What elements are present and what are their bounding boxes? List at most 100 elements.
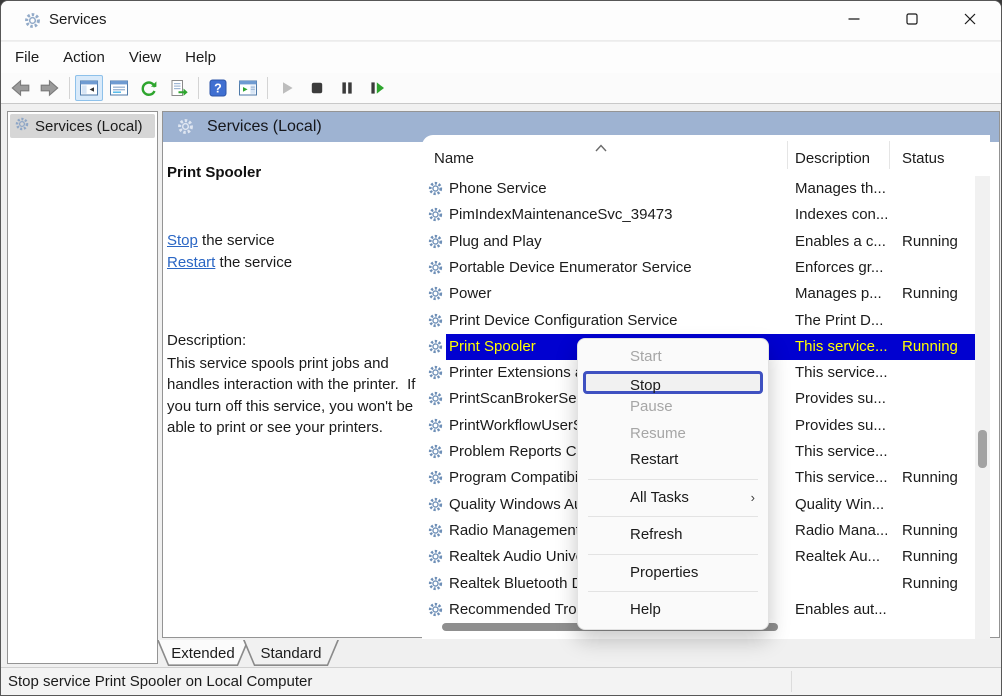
service-description: This service spools print jobs and handl…: [167, 353, 419, 438]
menu-view[interactable]: View: [117, 42, 173, 73]
service-gear-icon: [427, 390, 444, 412]
service-gear-icon: [427, 312, 444, 334]
tab-standard[interactable]: Standard: [243, 640, 339, 666]
service-name: Power: [449, 285, 492, 302]
pause-service-icon[interactable]: [333, 75, 361, 101]
service-status-cell: Running: [902, 575, 958, 592]
restart-service-icon[interactable]: [363, 75, 391, 101]
context-menu-item-pause: Pause: [578, 394, 768, 421]
service-status-cell: Running: [902, 548, 958, 565]
service-name: PimIndexMaintenanceSvc_39473: [449, 206, 672, 223]
service-description-cell: The Print D...: [795, 312, 883, 329]
column-header-name[interactable]: Name: [434, 150, 474, 167]
service-description-cell: Enforces gr...: [795, 259, 883, 276]
service-name: Print Device Configuration Service: [449, 312, 677, 329]
maximize-button[interactable]: [889, 1, 935, 41]
service-gear-icon: [427, 206, 444, 228]
service-gear-icon: [427, 443, 444, 465]
context-menu-item-help[interactable]: Help: [578, 597, 768, 624]
banner-title: Services (Local): [207, 118, 322, 136]
help-icon[interactable]: ?: [204, 75, 232, 101]
table-row[interactable]: PimIndexMaintenanceSvc_39473Indexes con.…: [422, 202, 975, 228]
table-row[interactable]: Print Device Configuration Service The Pr…: [422, 308, 975, 334]
tree-item-services-local[interactable]: Services (Local): [10, 114, 155, 138]
console-tree-panel: Services (Local): [7, 111, 158, 664]
context-menu-item-all-tasks[interactable]: All Tasks›: [578, 485, 768, 512]
menu-file[interactable]: File: [3, 42, 51, 73]
menu-help[interactable]: Help: [173, 42, 228, 73]
close-button[interactable]: [947, 1, 993, 41]
service-status-cell: Running: [902, 469, 958, 486]
tab-label: Extended: [157, 640, 249, 666]
vertical-scrollbar[interactable]: [975, 176, 990, 639]
service-status-cell: Running: [902, 233, 958, 250]
service-action-links: Stop the service Restart the service: [167, 230, 292, 274]
status-bar-divider: [791, 671, 792, 692]
service-status-cell: Running: [902, 522, 958, 539]
service-name: Portable Device Enumerator Service: [449, 259, 692, 276]
show-action-pane-icon[interactable]: [234, 75, 262, 101]
service-gear-icon: [427, 364, 444, 386]
column-divider[interactable]: [787, 141, 788, 169]
stop-link-suffix: the service: [198, 232, 275, 249]
service-description-cell: Manages th...: [795, 180, 886, 197]
minimize-button[interactable]: [831, 1, 877, 41]
stop-service-icon[interactable]: [303, 75, 331, 101]
sort-ascending-icon[interactable]: [594, 139, 608, 157]
column-header-description[interactable]: Description: [795, 150, 870, 167]
table-row[interactable]: Power Manages p... Running: [422, 281, 975, 307]
status-bar-text: Stop service Print Spooler on Local Comp…: [8, 673, 312, 690]
context-menu-separator: [578, 474, 768, 485]
forward-icon[interactable]: [36, 75, 64, 101]
service-name: Print Spooler: [449, 338, 536, 355]
service-description-cell: This service...: [795, 338, 887, 355]
menu-action[interactable]: Action: [51, 42, 117, 73]
table-row[interactable]: Plug and PlayEnables a c...Running: [422, 229, 975, 255]
column-divider[interactable]: [889, 141, 890, 169]
service-gear-icon: [427, 417, 444, 439]
service-description-cell: Enables a c...: [795, 233, 886, 250]
column-header-status[interactable]: Status: [902, 150, 945, 167]
show-console-tree-icon[interactable]: [75, 75, 103, 101]
context-menu-item-stop[interactable]: Stop: [583, 371, 763, 395]
service-description-cell: This service...: [795, 443, 887, 460]
export-list-icon[interactable]: [165, 75, 193, 101]
service-gear-icon: [427, 548, 444, 570]
service-status-cell: Running: [902, 285, 958, 302]
service-gear-icon: [427, 180, 444, 202]
toolbar-separator: [69, 77, 70, 99]
back-icon[interactable]: [6, 75, 34, 101]
toolbar: ?: [1, 73, 1001, 104]
table-row[interactable]: Phone ServiceManages th...: [422, 176, 975, 202]
service-gear-icon: [427, 233, 444, 255]
title-bar[interactable]: Services: [1, 1, 1001, 41]
stop-service-link[interactable]: Stop: [167, 232, 198, 249]
service-gear-icon: [427, 601, 444, 623]
service-gear-icon: [427, 575, 444, 597]
restart-service-link[interactable]: Restart: [167, 254, 215, 271]
vertical-scrollbar-thumb[interactable]: [978, 430, 987, 468]
toolbar-separator: [198, 77, 199, 99]
start-service-icon[interactable]: [273, 75, 301, 101]
context-menu-item-refresh[interactable]: Refresh: [578, 522, 768, 549]
context-menu-item-properties[interactable]: Properties: [578, 560, 768, 587]
tree-item-label: Services (Local): [35, 118, 143, 135]
window-title: Services: [49, 11, 107, 28]
service-description-cell: Provides su...: [795, 417, 886, 434]
service-description-cell: Manages p...: [795, 285, 882, 302]
context-menu: StartStopPauseResumeRestart All Tasks› Ref…: [577, 338, 769, 630]
menu-bar: FileActionViewHelp: [1, 42, 1001, 73]
service-description-cell: Enables aut...: [795, 601, 887, 618]
properties-icon[interactable]: [105, 75, 133, 101]
restart-link-suffix: the service: [215, 254, 292, 271]
tab-extended[interactable]: Extended: [157, 640, 249, 666]
tab-label: Standard: [243, 640, 339, 666]
context-menu-item-resume: Resume: [578, 421, 768, 448]
context-menu-item-start: Start: [578, 344, 768, 371]
table-row[interactable]: Portable Device Enumerator Service Enforc…: [422, 255, 975, 281]
context-menu-item-restart[interactable]: Restart: [578, 447, 768, 474]
services-icon: [14, 116, 30, 137]
minimize-icon: [848, 12, 860, 30]
refresh-icon[interactable]: [135, 75, 163, 101]
context-menu-separator: [578, 549, 768, 560]
